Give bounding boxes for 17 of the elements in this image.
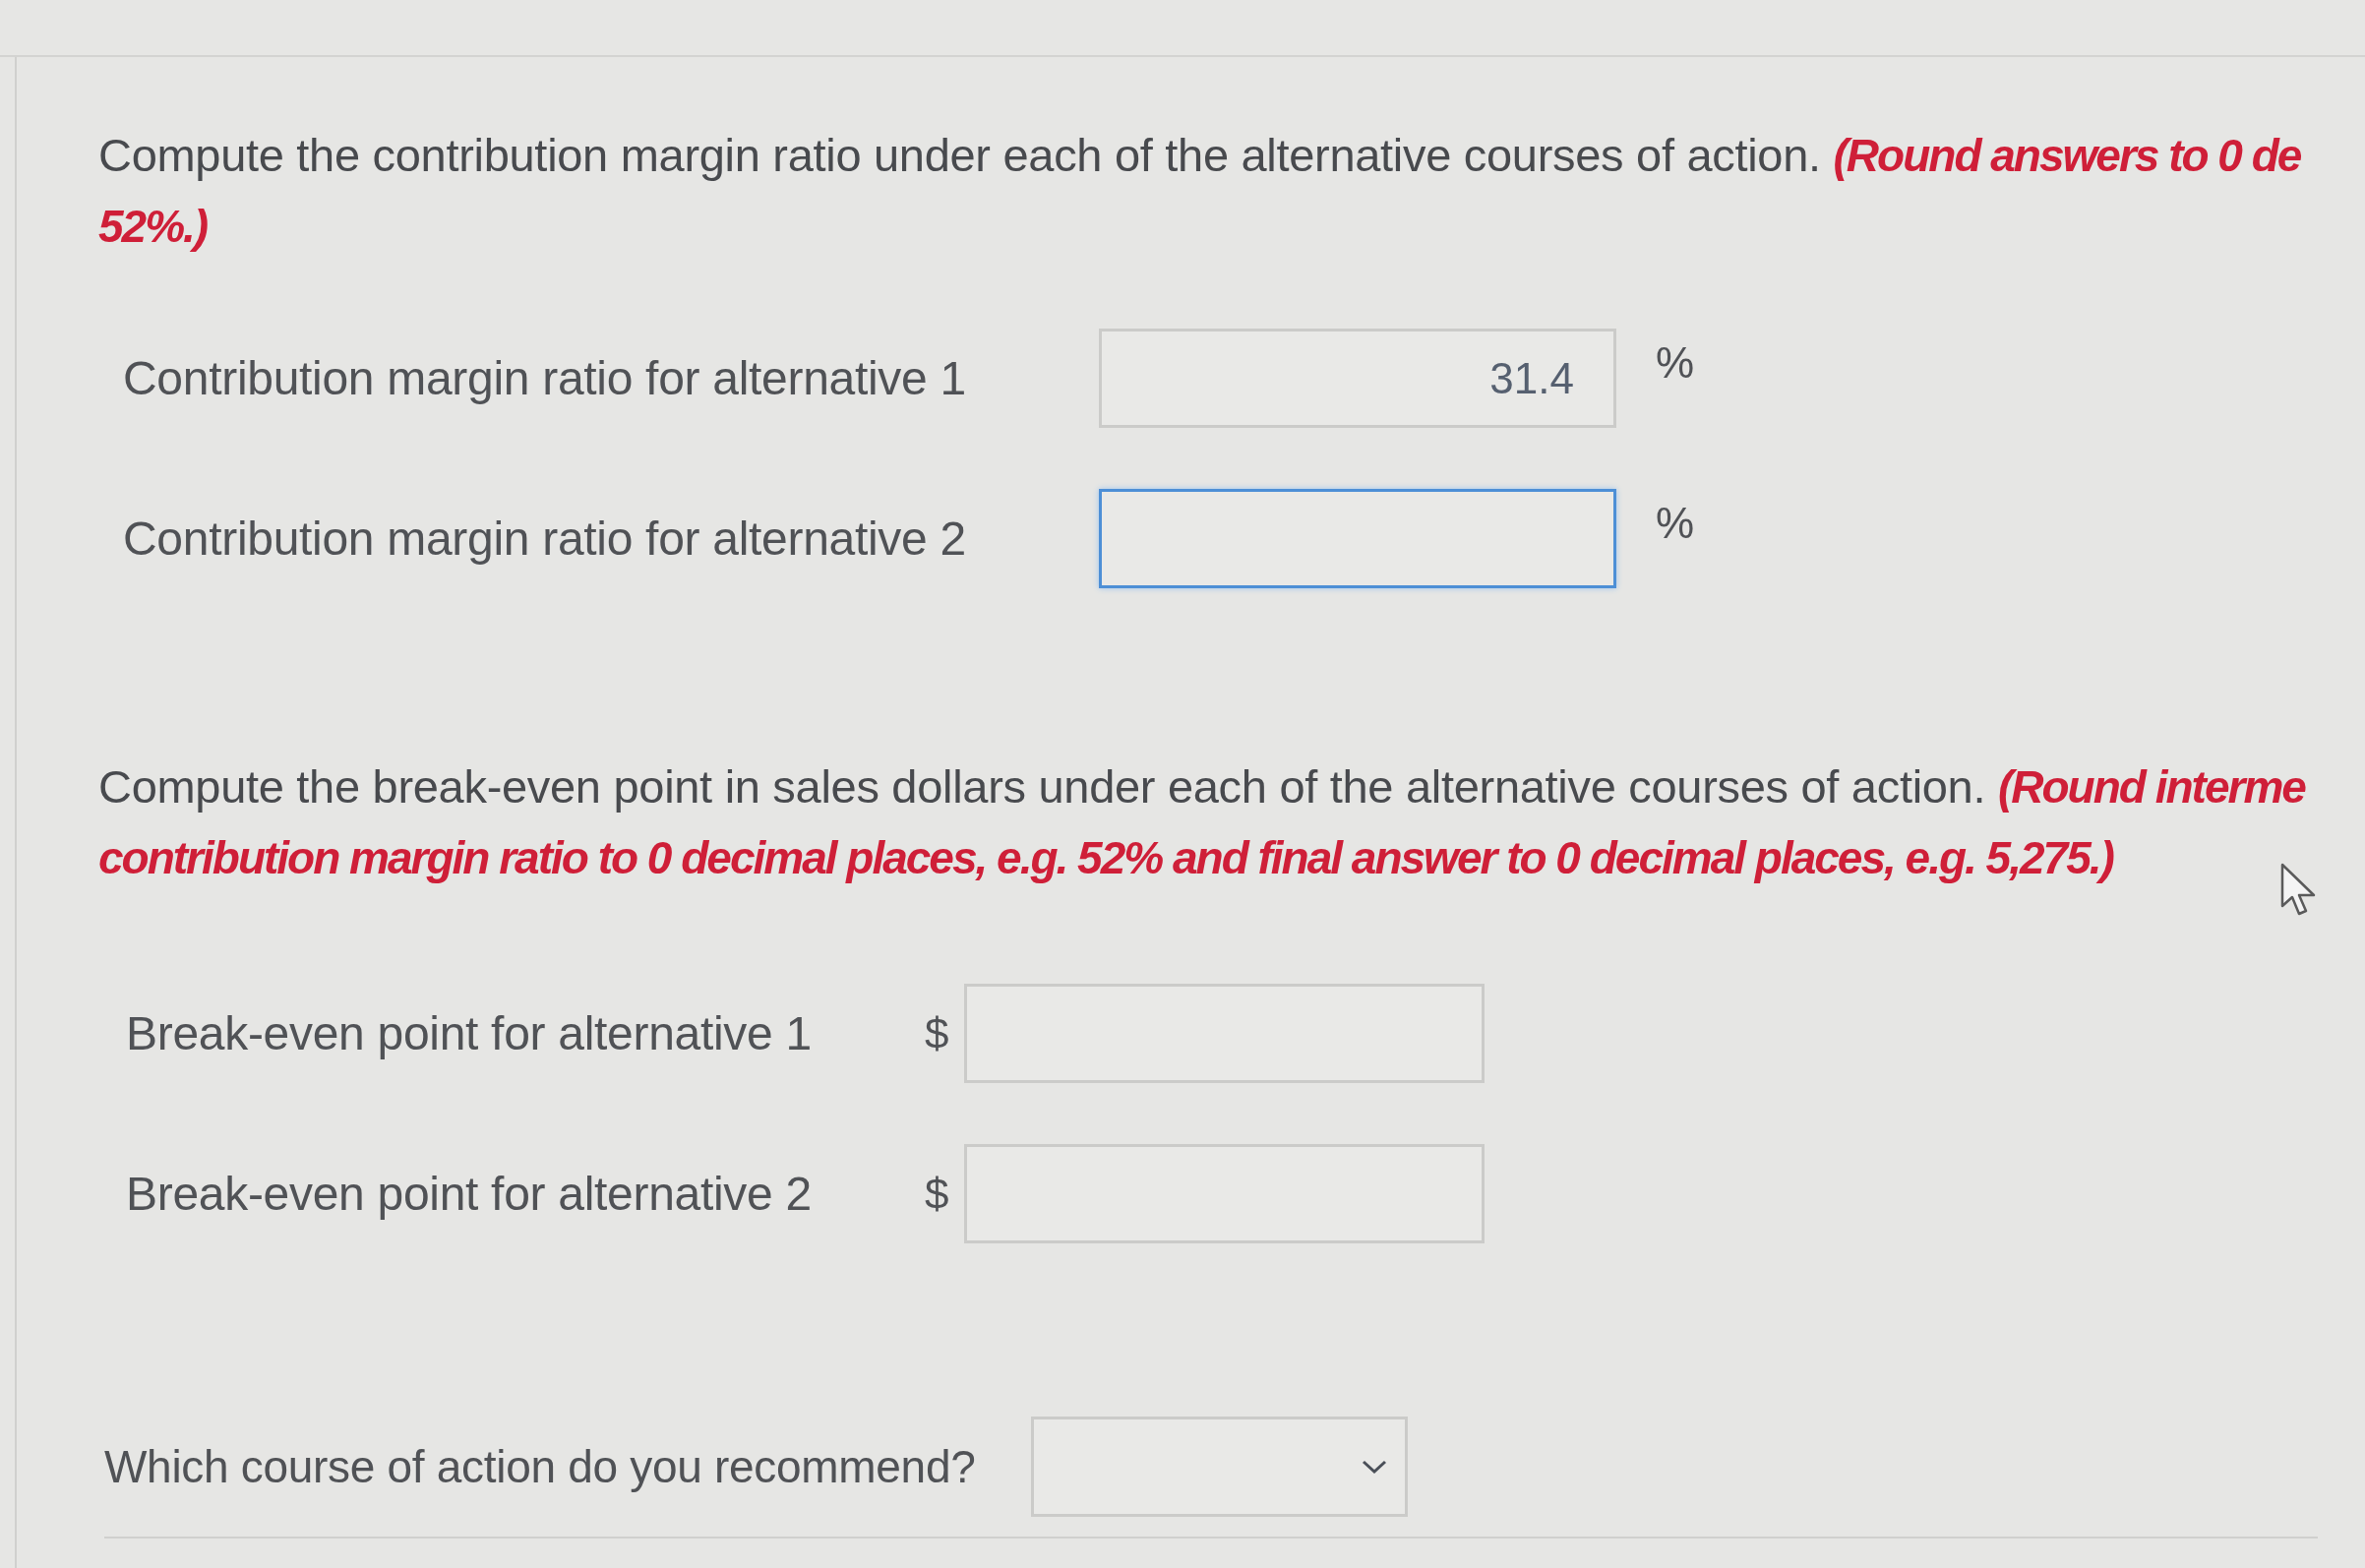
answer-dropdown[interactable] xyxy=(1031,1417,1408,1517)
percent-sign: % xyxy=(1656,498,1695,549)
answer-field[interactable] xyxy=(964,984,1485,1083)
instruction-text: Compute the break-even point in sales dollars under each of the alternative courses of action. (Round interme contribution margin ratio to 0 decimal places, e.g. 52% and final answer to 0 decimal places, e.g. 5,275.) xyxy=(98,759,2305,885)
instruction-text: Compute the contribution margin ratio under each of the alternative courses of action. (Round answers to 0 de 52%.) xyxy=(98,128,2301,254)
field-label: Contribution margin ratio for alternative 2 xyxy=(123,511,967,567)
question-text: Which course of action do you recommend? xyxy=(104,1439,977,1494)
chevron-down-icon xyxy=(1362,1460,1387,1474)
answer-field[interactable] xyxy=(964,1144,1485,1243)
field-label: Break-even point for alternative 2 xyxy=(126,1166,813,1222)
dollar-sign: $ xyxy=(925,1007,950,1059)
answer-field[interactable]: 31.4 xyxy=(1099,329,1616,428)
field-label: Break-even point for alternative 1 xyxy=(126,1005,813,1061)
dollar-sign: $ xyxy=(925,1168,950,1220)
field-label: Contribution margin ratio for alternative 1 xyxy=(123,350,967,406)
percent-sign: % xyxy=(1656,337,1695,389)
answer-field[interactable] xyxy=(1099,489,1616,588)
